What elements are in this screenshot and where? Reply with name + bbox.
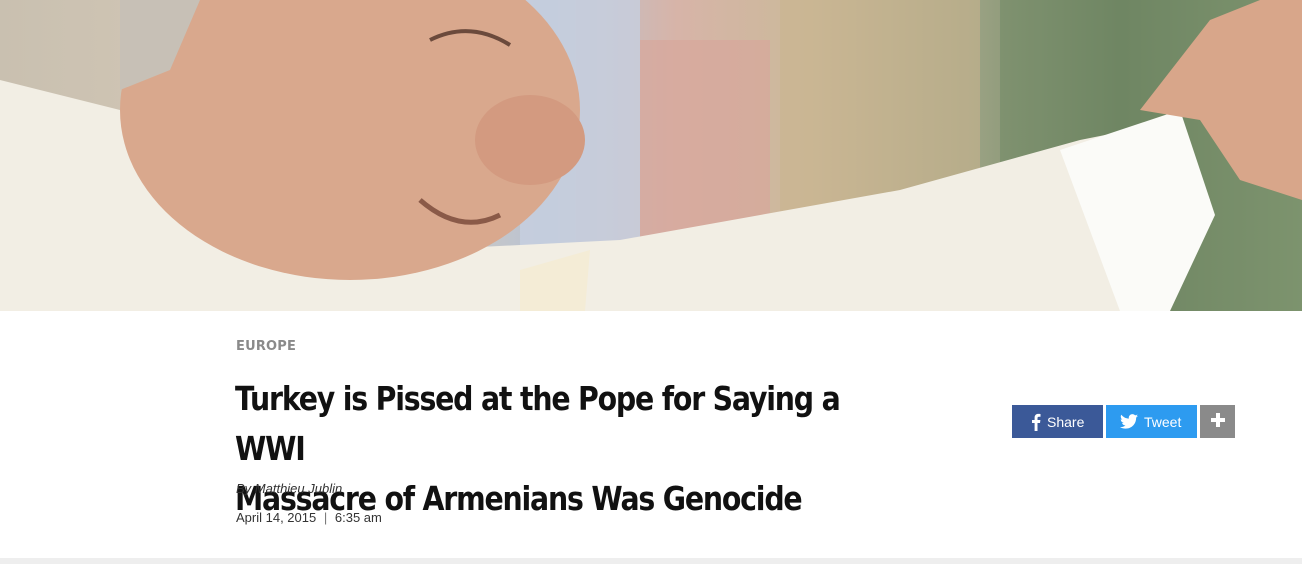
- twitter-bird-icon: [1120, 414, 1138, 429]
- hero-photo-illustration: [0, 0, 1302, 311]
- headline-line-1: Turkey is Pissed at the Pope for Saying …: [235, 379, 841, 468]
- date-separator: |: [323, 510, 328, 525]
- byline[interactable]: By Matthieu Jublin: [236, 481, 342, 496]
- hero-image: [0, 0, 1302, 311]
- facebook-share-button[interactable]: Share: [1012, 405, 1103, 438]
- facebook-share-label: Share: [1047, 413, 1085, 430]
- twitter-tweet-button[interactable]: Tweet: [1106, 405, 1197, 438]
- facebook-icon: [1031, 413, 1041, 431]
- section-label[interactable]: EUROPE: [236, 339, 296, 354]
- time-text: 6:35 am: [334, 510, 382, 525]
- plus-icon: [1210, 413, 1225, 430]
- share-bar: Share Tweet: [1012, 405, 1235, 438]
- article-headline: Turkey is Pissed at the Pope for Saying …: [235, 374, 871, 524]
- publish-date: April 14, 2015 | 6:35 am: [236, 510, 382, 525]
- section-divider: [0, 558, 1302, 564]
- twitter-tweet-label: Tweet: [1144, 413, 1182, 430]
- more-share-button[interactable]: [1200, 405, 1235, 438]
- date-text: April 14, 2015: [236, 510, 317, 525]
